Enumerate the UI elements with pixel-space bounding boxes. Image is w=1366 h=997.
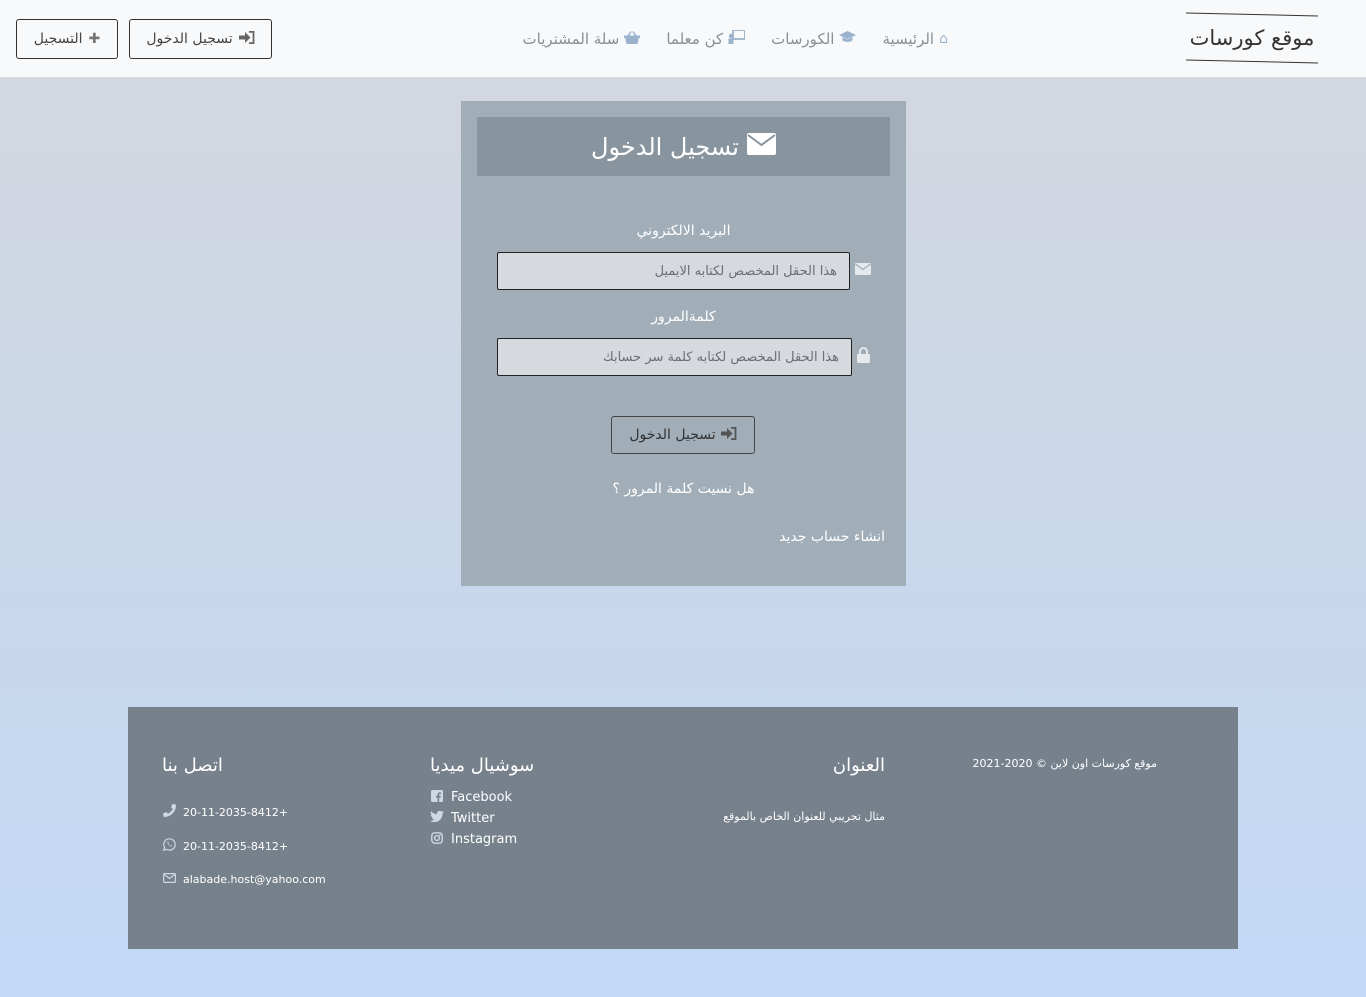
email-label: البريد الالكتروني xyxy=(636,223,731,239)
envelope-small-icon xyxy=(855,263,871,279)
twitter-icon xyxy=(430,810,444,826)
contact-phone: 20-11-2035-8412+ xyxy=(162,804,326,820)
login-card-title: تسجيل الدخول xyxy=(591,132,739,161)
nav-link-cart[interactable]: سلة المشتريات xyxy=(523,30,641,48)
lock-icon xyxy=(857,347,870,367)
password-input[interactable] xyxy=(497,338,852,376)
social-link-instagram[interactable]: Instagram xyxy=(430,832,534,847)
instagram-label: Instagram xyxy=(451,832,518,847)
email-field-row xyxy=(497,252,871,290)
nav-link-teach-label: كن معلما xyxy=(666,30,724,48)
email-input[interactable] xyxy=(497,252,850,290)
top-navbar: موقع كورسات ⌂ الرئيسية الكورسات كن معلما… xyxy=(0,0,1366,77)
register-button[interactable]: التسجيل ✚ xyxy=(16,19,118,59)
envelope-icon xyxy=(746,132,776,161)
address-title: العنوان xyxy=(832,755,885,776)
create-account-link[interactable]: انشاء حساب جديد xyxy=(779,529,885,545)
graduation-cap-icon xyxy=(839,31,857,47)
nav-auth-buttons: التسجيل ✚ تسجيل الدخول xyxy=(16,19,272,59)
address-text: مثال تجريبي للعنوان الخاص بالموقع xyxy=(723,810,885,823)
nav-link-teach[interactable]: كن معلما xyxy=(666,29,747,48)
phone-icon xyxy=(162,804,176,820)
nav-link-home-label: الرئيسية xyxy=(882,30,935,48)
contact-email-text: alabade.host@yahoo.com xyxy=(183,872,326,886)
site-footer: موقع كورسات اون لاين © 2020-2021 العنوان… xyxy=(128,707,1238,949)
login-submit-button[interactable]: تسجيل الدخول xyxy=(611,416,755,454)
contact-title: اتصل بنا xyxy=(162,755,223,776)
sign-in-icon xyxy=(238,30,255,48)
whatsapp-icon xyxy=(162,838,176,854)
nav-link-cart-label: سلة المشتريات xyxy=(522,30,620,48)
login-card-header: تسجيل الدخول xyxy=(477,117,890,176)
contact-phone-text: 20-11-2035-8412+ xyxy=(183,805,289,819)
site-brand[interactable]: موقع كورسات xyxy=(1186,12,1318,64)
footer-address-column: العنوان مثال تجريبي للعنوان الخاص بالموق… xyxy=(723,755,885,823)
plus-icon: ✚ xyxy=(88,31,101,47)
social-title: سوشيال ميديا xyxy=(430,755,535,776)
nav-link-courses[interactable]: الكورسات xyxy=(771,30,857,48)
social-link-facebook[interactable]: Facebook xyxy=(430,790,534,805)
password-label: كلمةالمرور xyxy=(651,309,716,325)
login-card: تسجيل الدخول البريد الالكتروني كلمةالمرو… xyxy=(461,101,906,586)
social-link-twitter[interactable]: Twitter xyxy=(430,810,534,826)
chalkboard-teacher-icon xyxy=(728,29,747,48)
sign-in-icon xyxy=(720,426,737,444)
contact-whatsapp-text: 20-11-2035-8412+ xyxy=(183,839,289,853)
twitter-label: Twitter xyxy=(451,811,495,826)
facebook-label: Facebook xyxy=(451,790,513,805)
shopping-basket-icon xyxy=(624,30,641,48)
contact-whatsapp: 20-11-2035-8412+ xyxy=(162,838,326,854)
register-button-label: التسجيل xyxy=(33,31,83,47)
login-submit-label: تسجيل الدخول xyxy=(629,427,716,443)
footer-social-column: سوشيال ميديا Facebook Twitter Instagram xyxy=(430,755,534,847)
nav-link-courses-label: الكورسات xyxy=(771,30,835,48)
password-field-row xyxy=(497,338,870,376)
login-nav-button-label: تسجيل الدخول xyxy=(146,31,233,47)
nav-links: ⌂ الرئيسية الكورسات كن معلما سلة المشتري… xyxy=(523,27,948,51)
envelope-outline-icon xyxy=(162,872,176,886)
instagram-icon xyxy=(430,832,444,847)
footer-contact-column: اتصل بنا 20-11-2035-8412+ 20-11-2035-841… xyxy=(162,755,326,886)
brand-line-bottom xyxy=(1186,59,1318,64)
home-icon: ⌂ xyxy=(939,31,948,47)
nav-link-home[interactable]: ⌂ الرئيسية xyxy=(882,30,948,48)
facebook-icon xyxy=(430,790,444,805)
contact-email: alabade.host@yahoo.com xyxy=(162,872,326,886)
login-nav-button[interactable]: تسجيل الدخول xyxy=(129,19,272,59)
brand-line-top xyxy=(1186,12,1318,17)
forgot-password-link[interactable]: هل نسيت كلمة المرور ؟ xyxy=(461,481,906,497)
copyright-text: موقع كورسات اون لاين © 2020-2021 xyxy=(972,757,1157,770)
brand-text: موقع كورسات xyxy=(1189,26,1315,50)
